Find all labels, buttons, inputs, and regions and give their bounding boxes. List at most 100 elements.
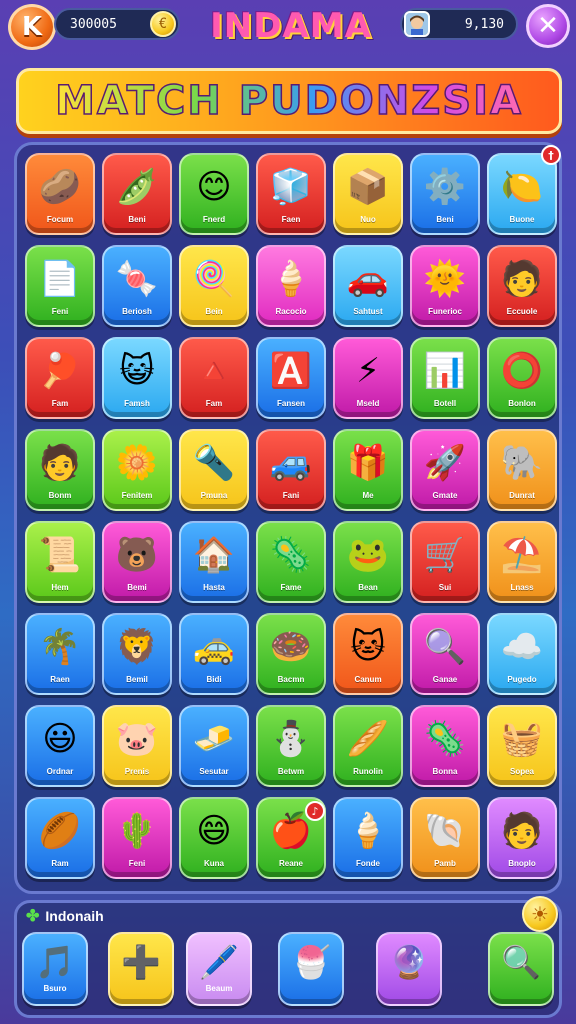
tile-icon: 🚙 [269, 443, 313, 483]
sun-icon[interactable]: ☀ [522, 896, 558, 932]
game-tile[interactable]: 🏠 Hasta [179, 521, 249, 603]
game-tile[interactable]: 🧺 Sopea [487, 705, 557, 787]
tile-icon: ☁️ [500, 627, 544, 667]
game-tile[interactable]: 🐱 Canum [333, 613, 403, 695]
game-tile[interactable]: 📊 Botell [410, 337, 480, 419]
game-tile[interactable]: 🌴 Raen [25, 613, 95, 695]
game-tile[interactable]: 😊 Fnerd [179, 153, 249, 235]
game-tile[interactable]: 🐘 Dunrat [487, 429, 557, 511]
tile-icon: 🚕 [192, 627, 236, 667]
tool-button[interactable]: 🍧 [278, 932, 344, 1006]
tile-label: Beriosh [122, 307, 152, 316]
tile-icon: 😊 [196, 167, 232, 207]
game-tile[interactable]: 🚀 Gmate [410, 429, 480, 511]
game-tile[interactable]: ⚡ Mseld [333, 337, 403, 419]
game-tile[interactable]: 🏓 Fam [25, 337, 95, 419]
banner-text: MATCH PUDONZSIA [54, 77, 523, 125]
game-tile[interactable]: 🍬 Beriosh [102, 245, 172, 327]
tile-label: Bein [205, 307, 223, 316]
tool-button[interactable]: 🔍 [488, 932, 554, 1006]
tile-icon: 🏉 [38, 811, 82, 851]
tile-label: Pugedo [507, 675, 537, 684]
game-tile[interactable]: 🧈 Sesutar [179, 705, 249, 787]
tile-icon: 😺 [119, 351, 155, 391]
coin-counter: 300005 € [54, 8, 180, 40]
tile-label: Sahtust [353, 307, 383, 316]
game-tile[interactable]: 🌵 Feni [102, 797, 172, 879]
tile-label: Hasta [203, 583, 225, 592]
game-tile[interactable]: 🐚 Pamb [410, 797, 480, 879]
game-tile[interactable]: 🚙 Fani [256, 429, 326, 511]
tile-icon: 🐷 [115, 719, 159, 759]
game-tile[interactable]: 🧊 Faen [256, 153, 326, 235]
game-tile[interactable]: 🧑 Eccuole [487, 245, 557, 327]
game-tile[interactable]: 🔍 Ganae [410, 613, 480, 695]
game-tile[interactable]: 🍦 Racocio [256, 245, 326, 327]
tile-icon: 🍬 [115, 259, 159, 299]
game-tile[interactable]: 😺 Famsh [102, 337, 172, 419]
game-tile[interactable]: 🛒 Sui [410, 521, 480, 603]
tile-label: Hem [51, 583, 69, 592]
tile-label: Fam [51, 399, 69, 408]
tile-icon: 🔍 [423, 627, 467, 667]
tool-button[interactable]: 🖊️ Beaum [186, 932, 252, 1006]
game-tile[interactable]: 🍦 Fonde [333, 797, 403, 879]
tile-icon: 🔦 [192, 443, 236, 483]
game-tile[interactable]: ⛄ Betwm [256, 705, 326, 787]
coin-icon[interactable]: € [150, 11, 176, 37]
tile-label: Ram [51, 859, 69, 868]
tile-label: Funerioc [428, 307, 462, 316]
tile-icon: 🌼 [115, 443, 159, 483]
tile-icon: 🦁 [115, 627, 159, 667]
game-tile[interactable]: 🚕 Bidi [179, 613, 249, 695]
tile-icon: 🍭 [192, 259, 236, 299]
game-tile[interactable]: 🐻 Bemi [102, 521, 172, 603]
game-tile[interactable]: 🍋 Buone [487, 153, 557, 235]
game-tile[interactable]: 🦠 Bonna [410, 705, 480, 787]
game-tile[interactable]: ⛱️ Lnass [487, 521, 557, 603]
game-tile[interactable]: ☁️ Pugedo [487, 613, 557, 695]
tile-label: Betwm [277, 767, 305, 776]
tool-button[interactable]: ➕ [108, 932, 174, 1006]
game-tile[interactable]: 🧑 Bonm [25, 429, 95, 511]
game-tile[interactable]: 🥖 Runolin [333, 705, 403, 787]
game-tile[interactable]: 🅰️ Fansen [256, 337, 326, 419]
game-tile[interactable]: 🏉 Ram [25, 797, 95, 879]
game-tile[interactable]: 🦠 Fame [256, 521, 326, 603]
game-tile[interactable]: 😄 Kuna [179, 797, 249, 879]
game-tile[interactable]: ⚙️ Beni [410, 153, 480, 235]
game-tile[interactable]: 🚗 Sahtust [333, 245, 403, 327]
game-tile[interactable]: 😃 Ordnar [25, 705, 95, 787]
game-tile[interactable]: 🌼 Fenitem [102, 429, 172, 511]
game-tile[interactable]: 🐸 Bean [333, 521, 403, 603]
avatar-icon[interactable] [404, 11, 430, 37]
game-tile[interactable]: 🐷 Prenis [102, 705, 172, 787]
profile-k-button[interactable]: K [8, 4, 56, 50]
tile-icon: 🧺 [500, 719, 544, 759]
tool-button[interactable]: 🎵 Bsuro [22, 932, 88, 1006]
game-tile[interactable]: 🎁 Me [333, 429, 403, 511]
close-button[interactable]: ✕ [526, 4, 570, 48]
tile-icon: 😄 [196, 811, 232, 851]
tile-label: Faen [281, 215, 301, 224]
tile-icon: 🏓 [38, 351, 82, 391]
game-board: 🥔 Focum 🫛 Beni 😊 Fnerd 🧊 Faen 📦 Nuo ⚙️ Beni 🍋 Buone 📄 F… [14, 142, 562, 894]
game-tile[interactable]: 📜 Hem [25, 521, 95, 603]
tile-label: Bemil [126, 675, 148, 684]
game-tile[interactable]: 📦 Nuo [333, 153, 403, 235]
tool-button[interactable]: 🔮 [376, 932, 442, 1006]
game-tile[interactable]: 📄 Feni [25, 245, 95, 327]
game-tile[interactable]: 🔺 Fam [179, 337, 249, 419]
game-tile[interactable]: 🧑 Bnoplo [487, 797, 557, 879]
game-tile[interactable]: 🥔 Focum [25, 153, 95, 235]
game-tile[interactable]: 🌞 Funerioc [410, 245, 480, 327]
game-tile[interactable]: 🍭 Bein [179, 245, 249, 327]
tile-label: Beni [436, 215, 454, 224]
game-tile[interactable]: 🍩 Bacmn [256, 613, 326, 695]
game-tile[interactable]: 🔦 Pmuna [179, 429, 249, 511]
game-tile[interactable]: 🫛 Beni [102, 153, 172, 235]
game-tile[interactable]: ⭕ Bonlon [487, 337, 557, 419]
game-tile[interactable]: 🦁 Bemil [102, 613, 172, 695]
tile-icon: 🍋 [500, 167, 544, 207]
tile-label: Canum [354, 675, 382, 684]
